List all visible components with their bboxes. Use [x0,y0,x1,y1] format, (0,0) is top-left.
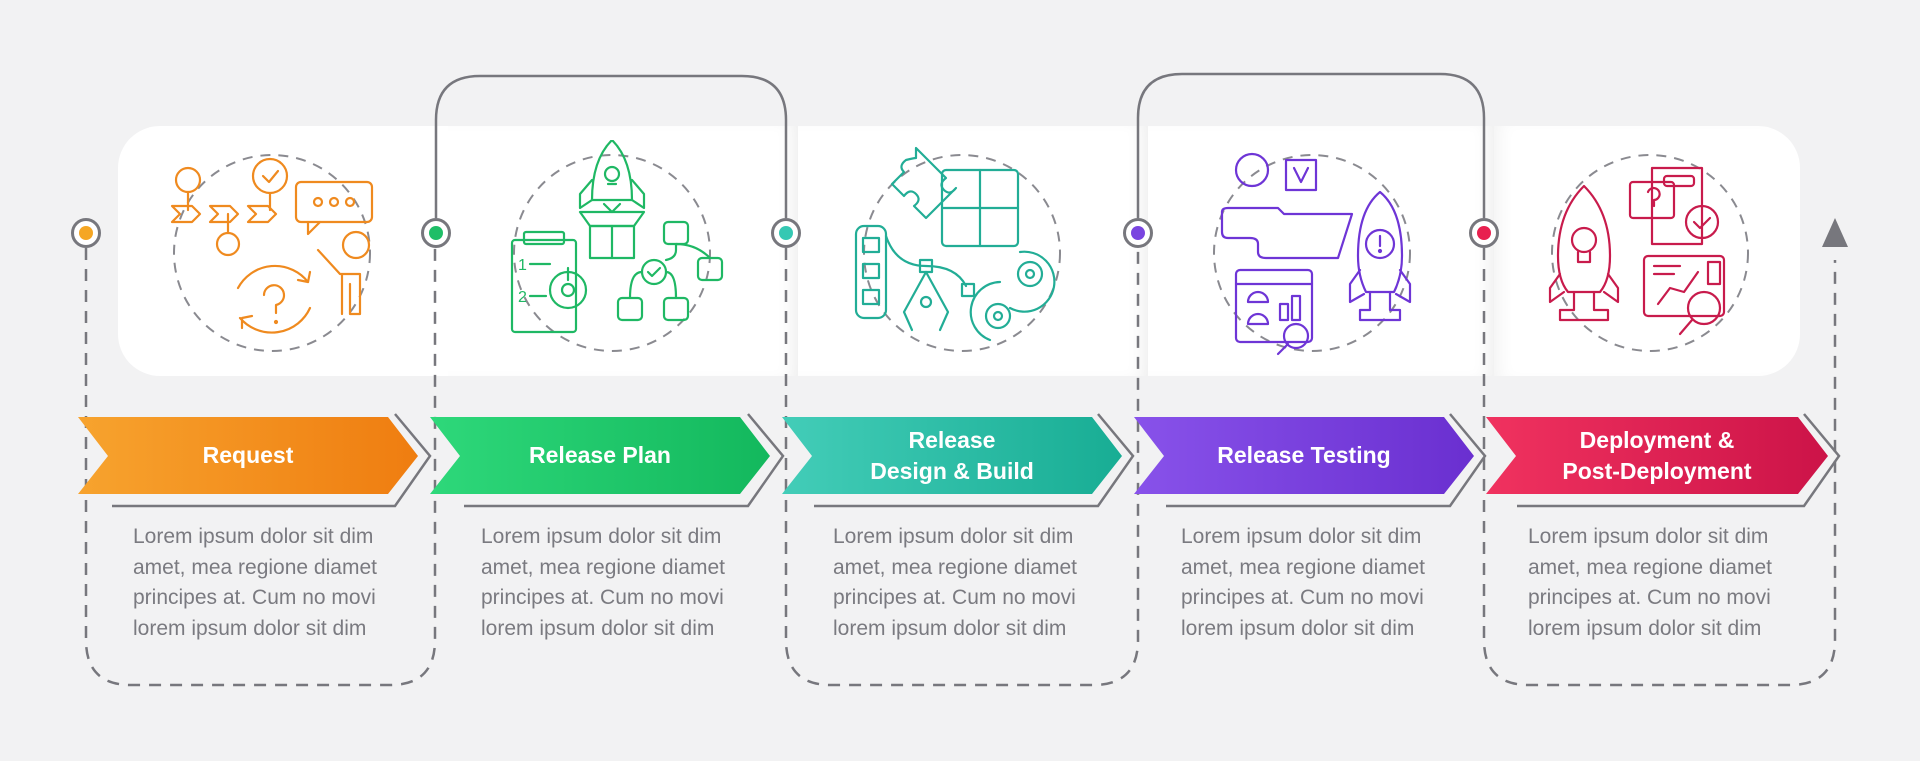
design-build-icon [854,146,1056,342]
dot-fill [429,226,443,240]
step-arrow-4: Release Testing [1164,417,1444,494]
timeline-dot-5 [1469,218,1499,248]
step-title: Release Testing [1217,442,1391,468]
step-title: Release Plan [529,442,671,468]
step-description-4: Lorem ipsum dolor sit dim amet, mea regi… [1181,525,1425,640]
svg-text:2: 2 [518,289,527,306]
deployment-icon [1548,166,1726,336]
step-title: Release Design & Build [870,426,1034,484]
svg-text:1: 1 [518,257,527,274]
release-plan-icon: 1 2 [510,140,724,334]
request-workflow-icon [170,157,374,334]
triangle-up-icon [1822,218,1848,247]
dot-fill [1477,226,1491,240]
step-arrow-3: Release Design & Build [812,417,1092,494]
dot-fill [1131,226,1145,240]
step-arrow-1: Request [108,417,388,494]
timeline-dot-4 [1123,218,1153,248]
step-title: Request [202,442,294,468]
step-title: Deployment & Post-Deployment [1562,426,1752,484]
timeline-dot-3 [771,218,801,248]
step-arrow-2: Release Plan [460,417,740,494]
connector-lines [78,72,1848,687]
release-testing-icon [1220,152,1412,356]
step-description-1: Lorem ipsum dolor sit dim amet, mea regi… [133,525,377,640]
step-description-2: Lorem ipsum dolor sit dim amet, mea regi… [481,525,725,640]
timeline-dot-1 [71,218,101,248]
step-description-5: Lorem ipsum dolor sit dim amet, mea regi… [1528,525,1772,640]
step-arrow-5: Deployment & Post-Deployment [1516,417,1798,494]
step-description-3: Lorem ipsum dolor sit dim amet, mea regi… [833,525,1077,640]
dot-fill [779,226,793,240]
timeline-dot-2 [421,218,451,248]
dot-fill [79,226,93,240]
